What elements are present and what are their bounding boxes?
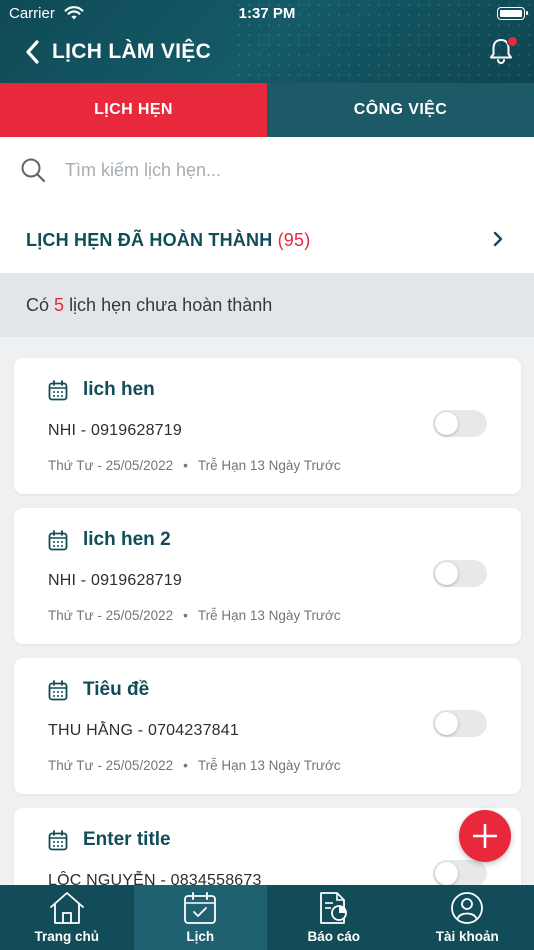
bottom-tab-calendar[interactable]: Lịch bbox=[133, 885, 267, 950]
appointment-date: Thứ Tư - 25/05/2022 bbox=[48, 608, 174, 623]
appointment-card[interactable]: lich hen NHI - 0919628719 Thứ Tư - 25/05… bbox=[14, 358, 521, 494]
summary-prefix: Có bbox=[26, 295, 50, 315]
complete-toggle[interactable] bbox=[433, 710, 487, 737]
appointment-title: lich hen 2 bbox=[83, 529, 171, 550]
completed-count: (95) bbox=[277, 230, 311, 250]
bottom-tab-report[interactable]: Báo cáo bbox=[267, 885, 401, 950]
tab-tasks[interactable]: CÔNG VIỆC bbox=[267, 83, 534, 137]
meta-separator: • bbox=[183, 758, 188, 773]
battery-icon bbox=[497, 7, 528, 20]
calendar-icon bbox=[48, 830, 68, 851]
appointment-status: Trễ Hạn 13 Ngày Trước bbox=[197, 758, 341, 773]
toggle-knob bbox=[435, 862, 458, 885]
header: Carrier 1:37 PM LỊCH LÀM VIỆC bbox=[0, 0, 534, 83]
clock: 1:37 PM bbox=[238, 5, 296, 22]
appointment-contact: NHI - 0919628719 bbox=[48, 572, 182, 589]
pending-summary: Có 5 lịch hẹn chưa hoàn thành bbox=[0, 273, 534, 337]
appointment-date: Thứ Tư - 25/05/2022 bbox=[48, 458, 174, 473]
appointment-contact: THU HẰNG - 0704237841 bbox=[48, 722, 239, 739]
notification-badge bbox=[507, 36, 518, 47]
plus-icon bbox=[473, 824, 497, 848]
chevron-right-icon bbox=[493, 231, 503, 247]
status-bar: Carrier 1:37 PM bbox=[0, 0, 534, 28]
calendar-icon bbox=[48, 530, 68, 551]
appointment-title: Enter title bbox=[83, 829, 171, 850]
meta-separator: • bbox=[183, 458, 188, 473]
calendar-icon bbox=[184, 892, 217, 924]
bottom-tab-label: Trang chủ bbox=[34, 929, 99, 944]
appointment-meta: Thứ Tư - 25/05/2022 • Trễ Hạn 13 Ngày Trướ… bbox=[48, 608, 341, 623]
toggle-knob bbox=[435, 412, 458, 435]
pending-count: 5 bbox=[54, 295, 65, 315]
appointment-card[interactable]: lich hen 2 NHI - 0919628719 Thứ Tư - 25/… bbox=[14, 508, 521, 644]
toggle-knob bbox=[435, 712, 458, 735]
complete-toggle[interactable] bbox=[433, 860, 487, 887]
appointment-contact: NHI - 0919628719 bbox=[48, 422, 182, 439]
search-icon bbox=[21, 158, 46, 183]
bottom-tab-home[interactable]: Trang chủ bbox=[0, 885, 134, 950]
calendar-icon bbox=[48, 680, 68, 701]
tab-bar: LỊCH HẸN CÔNG VIỆC bbox=[0, 83, 534, 137]
report-icon bbox=[319, 892, 347, 924]
page-title: LỊCH LÀM VIỆC bbox=[52, 40, 212, 63]
completed-appointments-row[interactable]: LỊCH HẸN ĐÃ HOÀN THÀNH (95) bbox=[0, 205, 534, 273]
toggle-knob bbox=[435, 562, 458, 585]
bottom-tab-label: Lịch bbox=[186, 929, 215, 944]
appointment-date: Thứ Tư - 25/05/2022 bbox=[48, 758, 174, 773]
bottom-tab-account[interactable]: Tài khoản bbox=[401, 885, 534, 950]
appointment-meta: Thứ Tư - 25/05/2022 • Trễ Hạn 13 Ngày Trướ… bbox=[48, 758, 341, 773]
bottom-tab-label: Tài khoản bbox=[435, 929, 499, 944]
nav-bar: LỊCH LÀM VIỆC bbox=[0, 30, 534, 74]
home-icon bbox=[49, 892, 84, 924]
appointment-status: Trễ Hạn 13 Ngày Trước bbox=[197, 458, 341, 473]
bottom-tab-label: Báo cáo bbox=[307, 929, 361, 944]
appointment-card[interactable]: Tiêu đề THU HẰNG - 0704237841 Thứ Tư - 2… bbox=[14, 658, 521, 794]
completed-label: LỊCH HẸN ĐÃ HOÀN THÀNH bbox=[26, 230, 273, 250]
appointment-status: Trễ Hạn 13 Ngày Trước bbox=[197, 608, 341, 623]
appointment-title: Tiêu đề bbox=[83, 679, 150, 700]
complete-toggle[interactable] bbox=[433, 410, 487, 437]
account-icon bbox=[451, 892, 484, 924]
calendar-icon bbox=[48, 380, 68, 401]
meta-separator: • bbox=[183, 608, 188, 623]
back-icon[interactable] bbox=[22, 38, 44, 66]
appointment-meta: Thứ Tư - 25/05/2022 • Trễ Hạn 13 Ngày Trướ… bbox=[48, 458, 341, 473]
search-bar[interactable]: Tìm kiếm lịch hẹn... bbox=[0, 137, 534, 205]
bottom-tab-bar: Trang chủ Lịch Báo cáo Tài khoản bbox=[0, 885, 534, 950]
add-appointment-button[interactable] bbox=[459, 810, 511, 862]
summary-suffix: lịch hẹn chưa hoàn thành bbox=[69, 295, 273, 315]
search-input[interactable]: Tìm kiếm lịch hẹn... bbox=[65, 160, 221, 181]
complete-toggle[interactable] bbox=[433, 560, 487, 587]
tab-appointments[interactable]: LỊCH HẸN bbox=[0, 83, 267, 137]
appointment-title: lich hen bbox=[83, 379, 155, 400]
